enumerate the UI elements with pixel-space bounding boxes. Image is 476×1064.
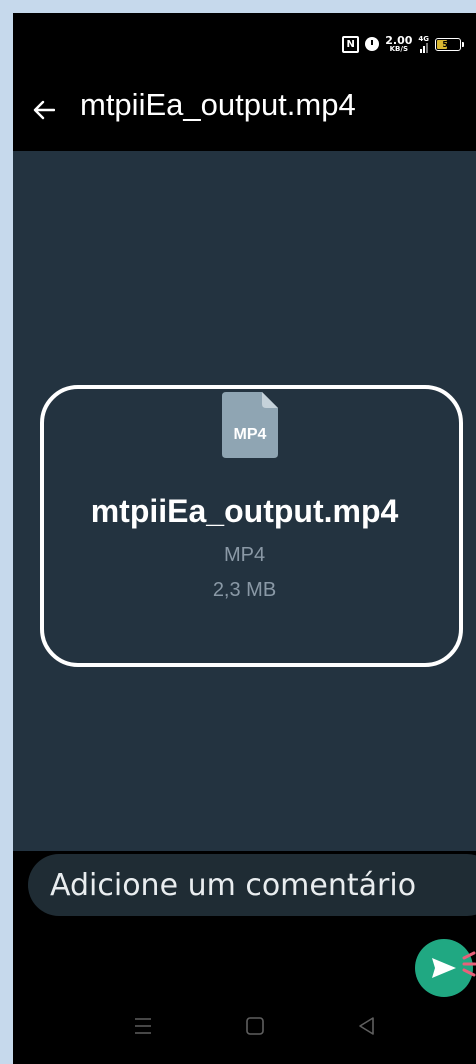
- tap-indicator-icon: [462, 951, 476, 977]
- back-triangle-icon[interactable]: [355, 1014, 379, 1038]
- arrow-left-icon: [33, 100, 55, 120]
- battery-body: 50: [435, 37, 461, 51]
- signal-bars: [419, 42, 428, 53]
- page-title: mtpiiEa_output.mp4: [80, 87, 356, 122]
- comment-input[interactable]: [28, 854, 476, 916]
- network-speed-unit: KB/S: [389, 45, 408, 53]
- home-icon[interactable]: [243, 1014, 267, 1038]
- file-name: mtpiiEa_output.mp4: [90, 493, 399, 529]
- send-icon: [432, 958, 456, 978]
- network-type: 4G: [418, 34, 429, 43]
- file-document-icon: MP4: [222, 392, 278, 458]
- app-header: mtpiiEa_output.mp4: [13, 75, 476, 151]
- file-type: MP4: [223, 544, 266, 566]
- file-icon-label: MP4: [234, 426, 267, 443]
- menu-icon[interactable]: [131, 1014, 155, 1038]
- back-button[interactable]: [29, 95, 59, 125]
- signal-icon: 4G: [418, 34, 429, 53]
- status-icons: N 2.00 KB/S 4G 50: [342, 35, 464, 53]
- alarm-icon: [365, 37, 380, 51]
- document-preview: MP4 mtpiiEa_output.mp4 MP4 2,3 MB: [13, 151, 476, 851]
- file-size: 2,3 MB: [212, 579, 277, 601]
- battery-icon: 50: [435, 37, 464, 51]
- battery-tip: [462, 41, 464, 47]
- battery-level: 50: [442, 39, 454, 49]
- phone-screen: N 2.00 KB/S 4G 50 mtpiiEa_output.mp4 MP4…: [13, 13, 476, 1064]
- navigation-bar: [13, 998, 476, 1064]
- status-bar: N 2.00 KB/S 4G 50: [13, 13, 476, 75]
- nfc-icon: N: [342, 35, 360, 53]
- network-speed: 2.00 KB/S: [385, 35, 412, 53]
